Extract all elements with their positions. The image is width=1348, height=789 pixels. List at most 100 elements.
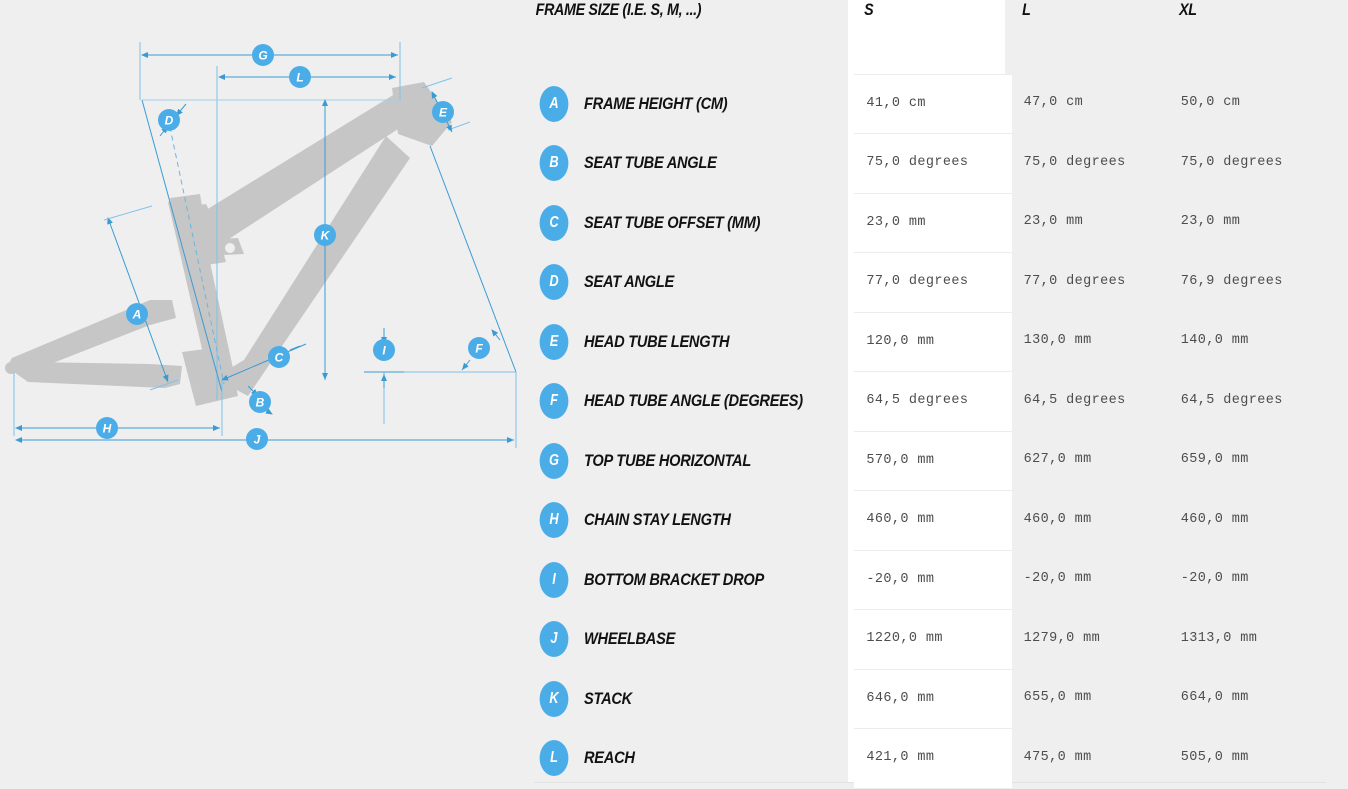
table-row: H CHAIN STAY LENGTH 460,0 mm 460,0 mm 460,0 … [534,490,1326,551]
row-label-cell: C SEAT TUBE OFFSET (MM) [534,193,854,253]
table-header: FRAME SIZE (I.E. S, M, ...) S L XL [534,0,1326,74]
row-badge-e-icon: E [539,323,569,360]
table-row: B SEAT TUBE ANGLE 75,0 degrees 75,0 degrees… [534,133,1326,194]
diagram-marker-c: C [268,346,290,368]
marker-letter: E [439,106,448,120]
diagram-marker-k: K [314,224,336,246]
row-badge-i-icon: I [539,561,569,598]
diagram-marker-e: E [432,101,454,123]
value-cell-xl: 505,0 mm [1180,749,1249,765]
row-label-cell: H CHAIN STAY LENGTH [534,491,854,551]
marker-letter: G [258,49,267,63]
row-label-cell: L REACH [534,729,854,789]
table-header-row: FRAME SIZE (I.E. S, M, ...) S L XL [534,0,1326,74]
value-cell-l: 23,0 mm [1023,214,1084,229]
value-cell-l: 130,0 mm [1023,333,1092,348]
value-cell-xl: 659,0 mm [1180,452,1249,467]
value-cell-l: -20,0 mm [1023,571,1092,586]
diagram-marker-j: J [246,428,268,450]
table-row: F HEAD TUBE ANGLE (DEGREES) 64,5 degrees 64… [534,371,1326,432]
value-cell-s: 41,0 cm [854,73,1012,134]
table-row: L REACH 421,0 mm 475,0 mm 505,0 mm [534,728,1326,789]
value-cell-l: 64,5 degrees [1023,392,1126,408]
marker-letter: L [296,71,303,85]
marker-letter: B [256,396,265,410]
header-size-s[interactable]: S [854,0,987,74]
table-row: I BOTTOM BRACKET DROP -20,0 mm -20,0 mm -20,… [534,549,1326,610]
diagram-marker-b: B [249,391,271,413]
diagram-marker-d: D [158,109,180,131]
diagram-marker-l: L [289,66,311,88]
value-cell-l: 77,0 degrees [1023,273,1126,289]
row-label-cell: F HEAD TUBE ANGLE (DEGREES) [534,372,854,432]
value-cell-s: -20,0 mm [854,549,1012,610]
row-badge-d-icon: D [539,264,569,301]
row-label-text: WHEELBASE [584,629,676,649]
value-cell-s: 64,5 degrees [854,371,1012,431]
row-label-text: BOTTOM BRACKET DROP [584,569,765,589]
row-label-cell: D SEAT ANGLE [534,253,854,313]
row-label-text: TOP TUBE HORIZONTAL [584,450,752,470]
header-size-l[interactable]: L [1012,0,1144,74]
value-cell-s: 1220,0 mm [854,609,1012,669]
marker-letter: F [475,342,483,356]
value-cell-s: 120,0 mm [854,311,1012,372]
row-badge-l-icon: L [539,740,569,777]
table-row: C SEAT TUBE OFFSET (MM) 23,0 mm 23,0 mm 23,0… [534,192,1326,253]
marker-letter: J [254,433,261,447]
value-cell-s: 75,0 degrees [854,133,1012,193]
frame-geometry-diagram: A B C D E F G H I J K L [5,42,517,450]
value-cell-xl: 64,5 degrees [1180,392,1283,408]
value-cell-l: 1279,0 mm [1023,630,1101,646]
value-cell-xl: 50,0 cm [1180,95,1241,110]
marker-letter: K [321,229,331,243]
row-badge-g-icon: G [539,442,569,479]
row-label-cell: E HEAD TUBE LENGTH [534,312,854,372]
value-cell-l: 75,0 degrees [1023,154,1126,170]
row-badge-j-icon: J [539,621,569,658]
marker-letter: A [132,308,142,322]
row-label-cell: A FRAME HEIGHT (CM) [534,74,854,134]
value-cell-l: 47,0 cm [1023,95,1084,110]
value-cell-s: 421,0 mm [854,728,1012,788]
row-label-cell: J WHEELBASE [534,610,854,670]
row-label-text: FRAME HEIGHT (CM) [584,93,728,113]
value-cell-xl: 664,0 mm [1180,690,1249,705]
value-cell-l: 655,0 mm [1023,690,1092,705]
value-cell-xl: 460,0 mm [1180,511,1249,527]
row-badge-a-icon: A [539,85,569,122]
value-cell-s: 646,0 mm [854,668,1012,729]
frame-geometry-diagram-panel: A B C D E F G H I J K L [0,0,528,789]
row-badge-b-icon: B [539,145,569,182]
value-cell-xl: 76,9 degrees [1180,273,1283,289]
row-label-text: HEAD TUBE ANGLE (DEGREES) [584,391,803,411]
row-label-text: CHAIN STAY LENGTH [584,510,731,530]
row-label-text: SEAT ANGLE [584,272,675,292]
row-label-cell: K STACK [534,669,854,729]
table-row: E HEAD TUBE LENGTH 120,0 mm 130,0 mm 140,0 m… [534,311,1326,372]
row-label-text: STACK [584,688,632,708]
row-label-cell: G TOP TUBE HORIZONTAL [534,431,854,491]
table-row: A FRAME HEIGHT (CM) 41,0 cm 47,0 cm 50,0 cm [534,73,1326,134]
table-row: D SEAT ANGLE 77,0 degrees 77,0 degrees 76,9 … [534,252,1326,313]
row-badge-h-icon: H [539,502,569,539]
table-body: A FRAME HEIGHT (CM) 41,0 cm 47,0 cm 50,0 cm B… [534,73,1326,789]
geometry-table: FRAME SIZE (I.E. S, M, ...) S L XL A FRAM… [534,0,1326,788]
value-cell-s: 460,0 mm [854,490,1012,550]
row-badge-c-icon: C [539,204,569,241]
row-label-text: SEAT TUBE OFFSET (MM) [584,212,761,232]
value-cell-l: 627,0 mm [1023,452,1092,467]
marker-letter: D [165,114,174,128]
row-label-cell: B SEAT TUBE ANGLE [534,134,854,194]
value-cell-s: 570,0 mm [854,430,1012,491]
diagram-marker-a: A [126,303,148,325]
row-badge-f-icon: F [539,383,569,420]
value-cell-xl: 75,0 degrees [1180,154,1283,170]
row-label-text: HEAD TUBE LENGTH [584,331,730,351]
table-row: G TOP TUBE HORIZONTAL 570,0 mm 627,0 mm 659,… [534,430,1326,491]
diagram-marker-f: F [468,337,490,359]
table-row: K STACK 646,0 mm 655,0 mm 664,0 mm [534,668,1326,729]
value-cell-xl: -20,0 mm [1180,571,1249,586]
header-size-xl[interactable]: XL [1169,0,1301,74]
diagram-marker-i: I [373,339,395,361]
